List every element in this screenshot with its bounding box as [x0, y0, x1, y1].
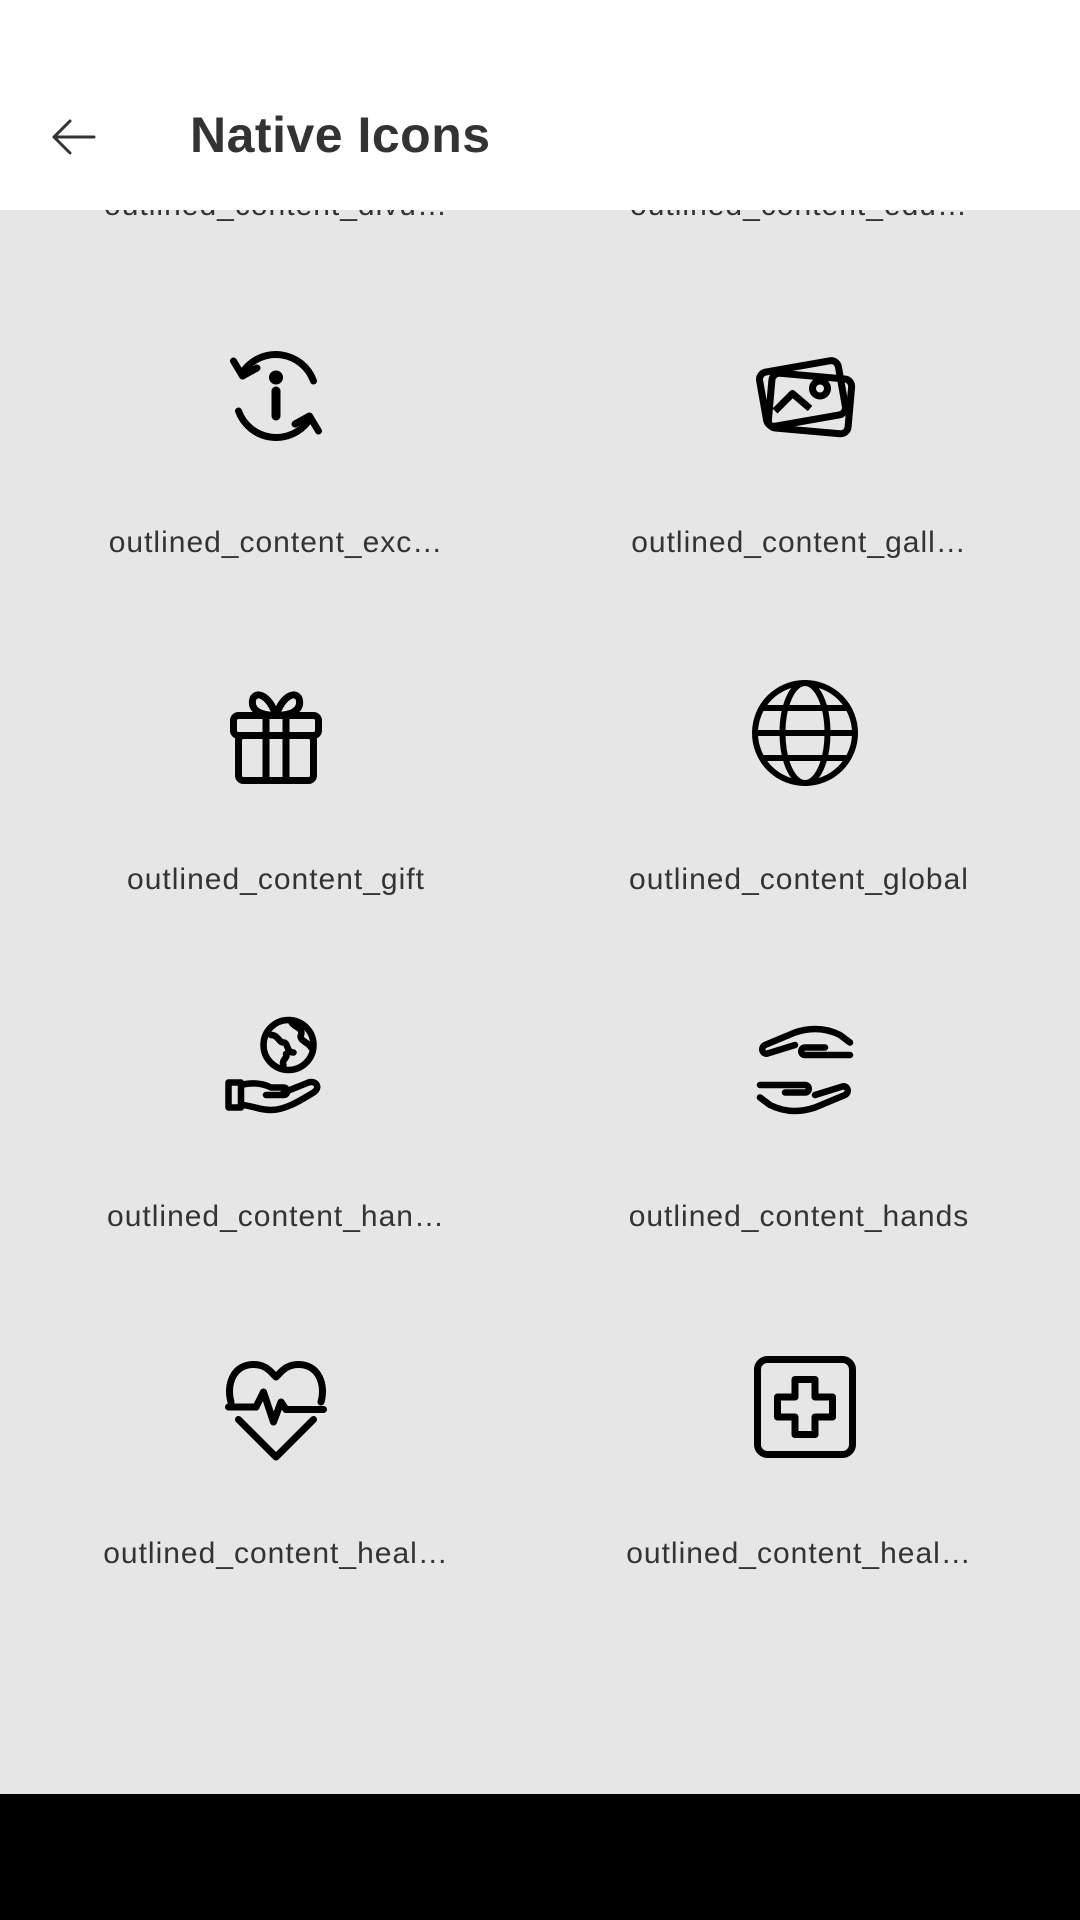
system-navigation-bar [0, 1794, 1080, 1920]
back-button[interactable] [36, 100, 110, 174]
hands-icon [745, 1010, 865, 1130]
page-title: Native Icons [190, 107, 491, 163]
icon-cell-global[interactable]: outlined_content_global [540, 547, 1080, 896]
icon-label: outlined_content_heal… [103, 1537, 449, 1570]
icon-cell-hands[interactable]: outlined_content_hands [540, 884, 1080, 1233]
hand-globe-icon [216, 1010, 336, 1130]
health-cross-icon [745, 1347, 865, 1467]
gallery-icon [745, 336, 865, 456]
icon-cell-gift[interactable]: outlined_content_gift [0, 547, 540, 896]
icon-label: outlined_content_heal… [626, 1537, 972, 1570]
exchange-info-icon [216, 336, 336, 456]
globe-icon [745, 673, 865, 793]
icon-cell-gallery[interactable]: outlined_content_gall… [540, 210, 1080, 559]
icon-cell-exchange[interactable]: outlined_content_exc… [0, 210, 540, 559]
gift-icon [216, 673, 336, 793]
icon-list[interactable]: outlined_content_divu… outlined_content_… [0, 210, 1080, 1794]
icon-cell-heartbeat[interactable]: outlined_content_heal… [0, 1221, 540, 1570]
icon-cell-hand-globe[interactable]: outlined_content_han… [0, 884, 540, 1233]
icon-grid: outlined_content_divu… outlined_content_… [0, 210, 1080, 1570]
app-bar: Native Icons [0, 0, 1080, 210]
icon-cell-health-cross[interactable]: outlined_content_heal… [540, 1221, 1080, 1570]
arrow-left-icon [52, 119, 96, 155]
heartbeat-icon [216, 1347, 336, 1467]
